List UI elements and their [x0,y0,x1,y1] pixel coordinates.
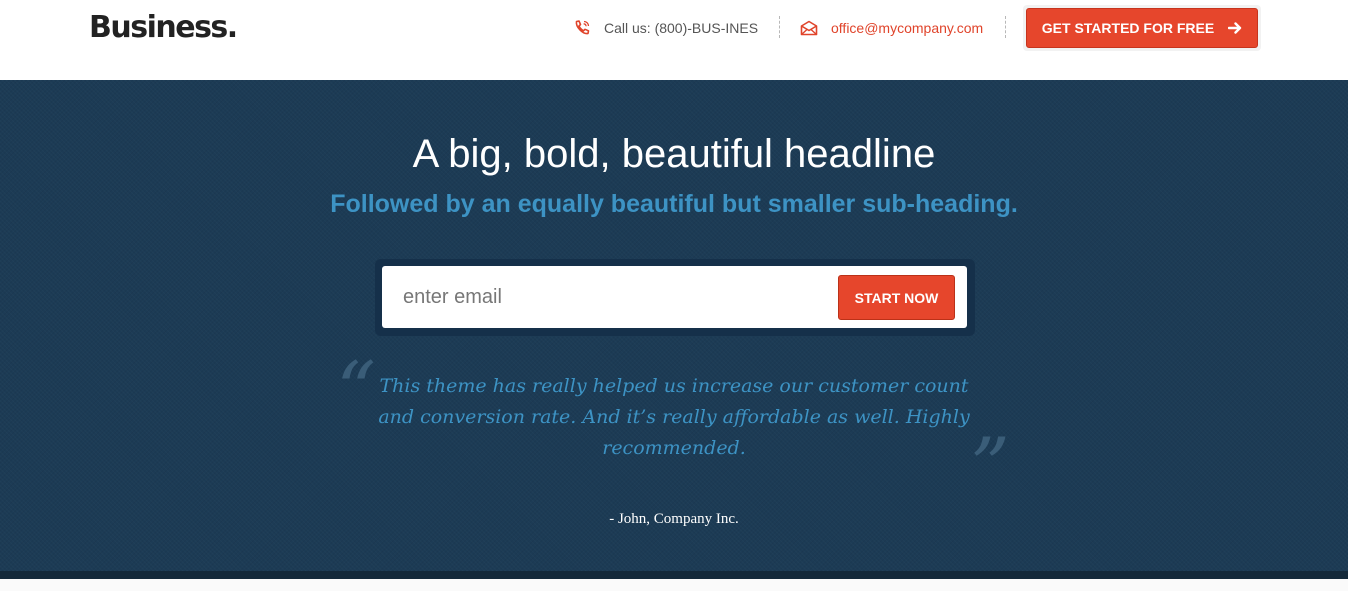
signup-form: START NOW [375,259,975,336]
arrow-right-icon [1228,21,1242,35]
testimonial-text: This theme has really helped us increase… [378,375,970,459]
testimonial-author: - John, Company Inc. [609,511,739,527]
hero-headline: A big, bold, beautiful headline [412,132,936,176]
phone-icon [573,19,591,37]
email-contact[interactable]: office@mycompany.com [800,18,983,38]
header-divider [1005,16,1006,38]
hero-bottom-border [0,571,1348,579]
start-now-button[interactable]: START NOW [838,275,955,320]
get-started-button[interactable]: GET STARTED FOR FREE [1026,8,1258,48]
email-input[interactable] [382,266,832,328]
phone-contact: Call us: (800)-BUS-INES [573,18,758,38]
hero-subheading: Followed by an equally beautiful but sma… [330,190,1018,218]
cta-button-frame: GET STARTED FOR FREE [1023,5,1261,51]
get-started-label: GET STARTED FOR FREE [1041,20,1215,36]
phone-text: Call us: (800)-BUS-INES [604,20,759,36]
open-quote-mark: “ [336,346,376,436]
close-quote-mark: ” [970,422,1010,512]
site-logo[interactable]: Business. [89,10,238,45]
signup-form-body: START NOW [382,266,967,328]
email-link[interactable]: office@mycompany.com [831,20,983,36]
site-header: Business. Call us: (800)-BUS-INES office… [0,0,1348,80]
next-section [0,579,1348,591]
envelope-icon [800,19,818,37]
header-divider [779,16,780,38]
